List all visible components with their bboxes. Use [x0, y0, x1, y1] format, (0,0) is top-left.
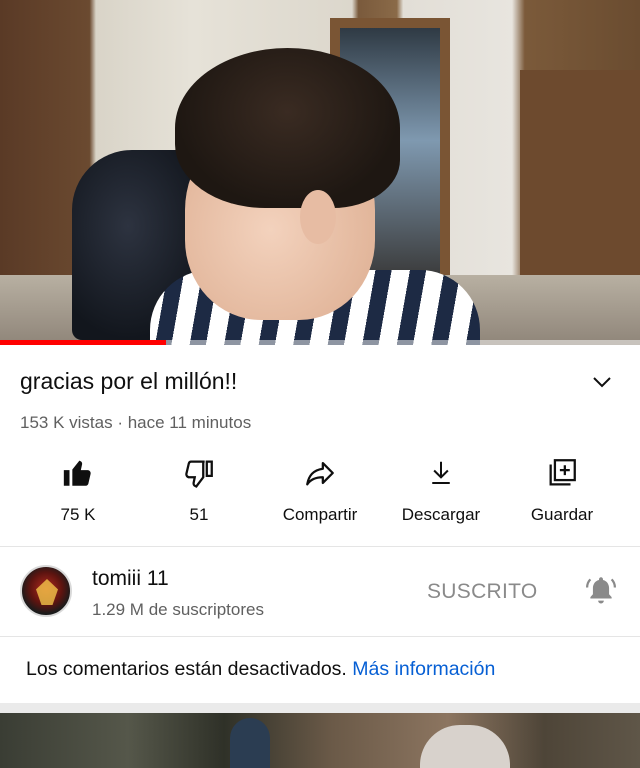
video-progress-fill — [0, 340, 167, 345]
divider — [0, 546, 640, 547]
thumbs-down-icon — [185, 460, 213, 488]
next-video-thumbnail[interactable] — [0, 713, 640, 768]
video-player[interactable] — [0, 0, 640, 345]
save-label: Guardar — [530, 505, 594, 524]
video-title-row[interactable]: gracias por el millón!! — [20, 368, 620, 402]
like-button[interactable]: 75 K — [13, 455, 143, 525]
like-count: 75 K — [60, 505, 96, 524]
download-button[interactable]: Descargar — [376, 455, 506, 525]
share-button[interactable]: Compartir — [255, 455, 385, 525]
video-frame-ear — [300, 190, 336, 244]
channel-avatar[interactable] — [20, 565, 72, 617]
save-button[interactable]: Guardar — [497, 455, 627, 525]
thumbnail-figure — [420, 725, 510, 768]
action-bar: 75 K 51 Compartir Descargar Guardar — [0, 455, 640, 535]
section-gap — [0, 703, 640, 713]
download-label: Descargar — [401, 505, 481, 524]
dislike-button[interactable]: 51 — [134, 455, 264, 525]
comments-disabled-notice: Los comentarios están desactivados. Más … — [26, 658, 495, 681]
channel-name[interactable]: tomiii 11 — [92, 567, 169, 591]
download-icon — [432, 461, 450, 484]
video-progress-bar[interactable] — [0, 340, 640, 345]
more-info-link[interactable]: Más información — [352, 658, 495, 680]
video-meta: 153 K vistas · hace 11 minutos — [20, 413, 252, 432]
thumbs-up-icon — [63, 460, 91, 486]
divider — [0, 636, 640, 637]
channel-subscriber-count: 1.29 M de suscriptores — [92, 600, 264, 619]
video-frame-hair — [175, 48, 400, 208]
share-arrow-icon — [306, 461, 334, 486]
comments-disabled-text: Los comentarios están desactivados. — [26, 658, 347, 680]
dislike-count: 51 — [189, 505, 209, 524]
share-label: Compartir — [282, 505, 358, 524]
add-to-playlist-icon — [549, 459, 576, 486]
subscribed-button[interactable]: SUSCRITO — [427, 580, 538, 604]
video-title: gracias por el millón!! — [20, 368, 238, 394]
bell-icon[interactable] — [584, 573, 618, 607]
chevron-down-icon[interactable] — [590, 370, 614, 394]
thumbnail-figure — [230, 718, 270, 768]
